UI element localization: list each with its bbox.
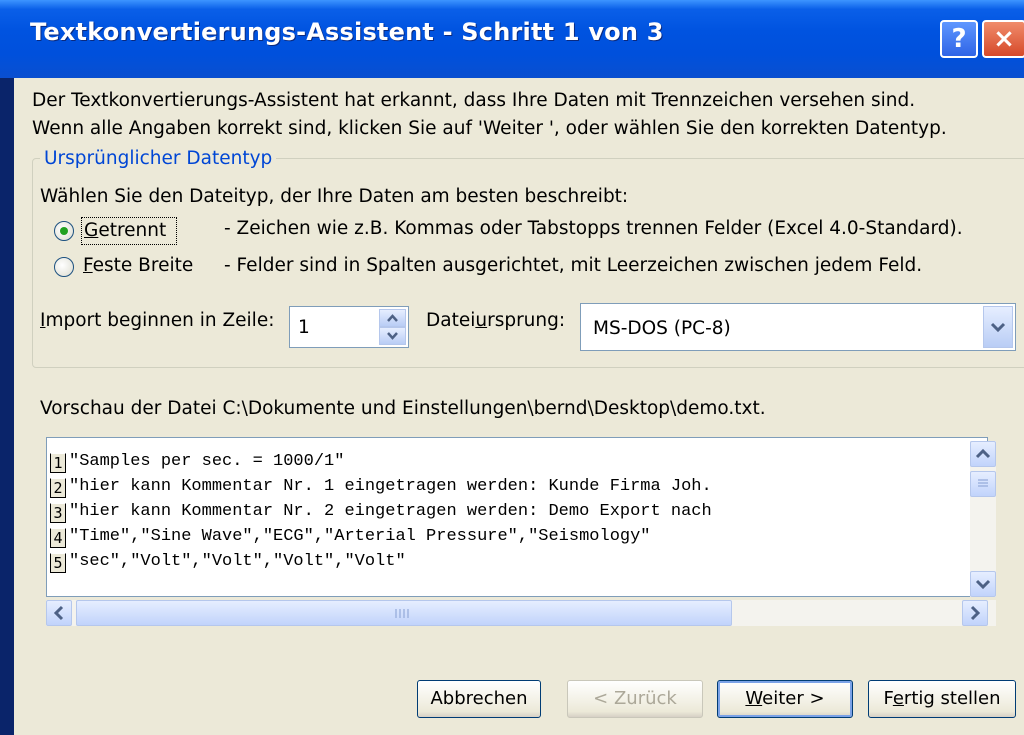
intro-line-2: Wenn alle Angaben korrekt sind, klicken … — [32, 118, 947, 139]
spin-up-button[interactable] — [379, 309, 406, 327]
preview-row-number: 1 — [50, 453, 66, 473]
vertical-scroll-thumb[interactable] — [970, 471, 996, 497]
next-button[interactable]: Weiter > — [717, 680, 853, 718]
close-button[interactable]: × — [982, 20, 1024, 58]
radio-fixed-width[interactable] — [54, 257, 74, 277]
scroll-right-button[interactable] — [962, 600, 988, 626]
preview-row-text: "Samples per sec. = 1000/1" — [69, 452, 345, 471]
preview-row: 1 "Samples per sec. = 1000/1" — [47, 450, 967, 475]
chevron-down-icon — [387, 332, 398, 340]
spin-down-button[interactable] — [379, 327, 406, 345]
datatype-instruction: Wählen Sie den Dateityp, der Ihre Daten … — [40, 186, 629, 207]
help-button[interactable]: ? — [940, 20, 978, 58]
chevron-down-icon — [975, 579, 991, 590]
intro-line-1: Der Textkonvertierungs-Assistent hat erk… — [32, 90, 916, 111]
horizontal-scroll-thumb[interactable] — [76, 600, 732, 626]
preview-row-text: "hier kann Kommentar Nr. 1 eingetragen w… — [69, 477, 712, 496]
chevron-up-icon — [975, 448, 991, 459]
chevron-down-icon — [990, 322, 1006, 333]
horizontal-scrollbar[interactable] — [46, 600, 996, 626]
option-fixed-width-description: - Felder sind in Spalten ausgerichtet, m… — [224, 255, 923, 276]
scroll-up-button[interactable] — [970, 441, 996, 467]
file-origin-value: MS-DOS (PC-8) — [593, 318, 731, 339]
preview-row-number: 3 — [50, 503, 66, 523]
title-bar[interactable]: Textkonvertierungs-Assistent - Schritt 1… — [0, 0, 1024, 78]
file-origin-label: Dateiursprung: — [426, 310, 566, 331]
scroll-down-button[interactable] — [970, 571, 996, 597]
file-origin-dropdown-button[interactable] — [983, 306, 1013, 348]
chevron-left-icon — [53, 605, 64, 621]
preview-row: 5 "sec","Volt","Volt","Volt","Volt" — [47, 550, 967, 575]
import-start-value: 1 — [298, 317, 310, 338]
back-button[interactable]: < Zurück — [567, 680, 703, 718]
dialog-body: Der Textkonvertierungs-Assistent hat erk… — [14, 78, 1024, 735]
datatype-group-title: Ursprünglicher Datentyp — [40, 148, 277, 169]
chevron-up-icon — [387, 314, 398, 322]
window-title: Textkonvertierungs-Assistent - Schritt 1… — [30, 18, 664, 46]
option-fixed-width-label[interactable]: Feste Breite — [83, 255, 193, 276]
preview-row: 4 "Time","Sine Wave","ECG","Arterial Pre… — [47, 525, 967, 550]
scroll-left-button[interactable] — [46, 600, 72, 626]
finish-button[interactable]: Fertig stellen — [868, 680, 1016, 718]
preview-box[interactable]: 1 "Samples per sec. = 1000/1" 2 "hier ka… — [46, 437, 988, 597]
preview-row-number: 4 — [50, 528, 66, 548]
close-icon: × — [993, 24, 1015, 54]
preview-row-number: 5 — [50, 553, 66, 573]
file-origin-select[interactable]: MS-DOS (PC-8) — [580, 303, 1016, 351]
option-delimited-description: - Zeichen wie z.B. Kommas oder Tabstopps… — [224, 218, 963, 239]
preview-row-text: "hier kann Kommentar Nr. 2 eingetragen w… — [69, 502, 712, 521]
chevron-right-icon — [970, 605, 981, 621]
radio-selected-dot — [60, 227, 68, 235]
import-start-label: Import beginnen in Zeile: — [40, 310, 275, 331]
help-icon: ? — [951, 24, 967, 54]
preview-row-text: "sec","Volt","Volt","Volt","Volt" — [69, 552, 406, 571]
cancel-button[interactable]: Abbrechen — [417, 680, 541, 718]
vertical-scrollbar[interactable] — [970, 441, 996, 597]
grip-icon — [978, 479, 988, 487]
text-import-wizard-dialog: Textkonvertierungs-Assistent - Schritt 1… — [0, 0, 1024, 735]
preview-row-text: "Time","Sine Wave","ECG","Arterial Press… — [69, 527, 651, 546]
preview-row: 2 "hier kann Kommentar Nr. 1 eingetragen… — [47, 475, 967, 500]
grip-icon — [395, 609, 409, 618]
radio-delimited[interactable] — [54, 221, 74, 241]
preview-label: Vorschau der Datei C:\Dokumente und Eins… — [40, 398, 766, 419]
option-delimited-label: Getrennt — [84, 220, 167, 241]
import-start-spinner[interactable]: 1 — [289, 306, 409, 348]
preview-row: 3 "hier kann Kommentar Nr. 2 eingetragen… — [47, 500, 967, 525]
preview-row-number: 2 — [50, 478, 66, 498]
option-delimited-focus[interactable]: Getrennt — [81, 217, 177, 245]
